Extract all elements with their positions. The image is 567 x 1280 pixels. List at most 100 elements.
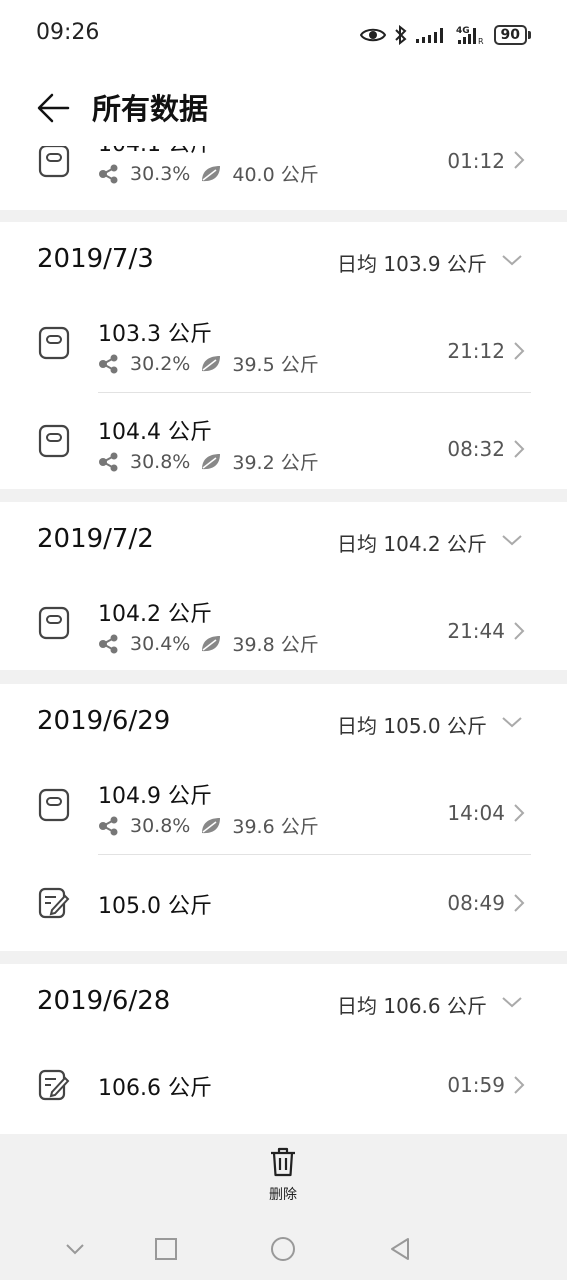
status-bar: 09:26 4G R 90 [0,0,567,70]
day-date: 2019/6/29 [37,706,171,736]
back-arrow-icon[interactable] [36,90,72,126]
weight-value: 105.0 公斤 [98,894,212,919]
signal-icon [415,28,443,43]
svg-text:4G: 4G [456,26,470,36]
eye-icon [359,28,386,42]
scale-icon [38,606,70,640]
day-header[interactable]: 2019/6/28 日均 106.6 公斤 [0,964,567,1040]
entry-time: 21:44 [447,619,505,643]
muscle-value: 39.5 公斤 [232,354,319,376]
entry-time: 08:32 [447,437,505,461]
body-fat-icon [99,452,118,471]
chevron-right-icon [514,894,525,912]
weight-value: 104.4 公斤 [98,420,212,445]
day-date: 2019/7/2 [37,524,154,554]
entry-time: 08:49 [447,891,505,915]
leaf-icon [202,817,221,833]
body-fat-value: 30.3% [130,162,191,185]
delete-button[interactable]: 删除 [253,1146,313,1212]
muscle-value: 39.6 公斤 [232,816,319,838]
day-average: 日均 105.0 公斤 [337,714,487,738]
chevron-down-icon[interactable] [501,714,523,730]
day-card: 2019/6/29 日均 105.0 公斤 104.9 公斤 30.8% 39.… [0,684,567,951]
body-fat-value: 30.8% [130,814,191,837]
delete-label: 删除 [269,1187,297,1203]
list-item[interactable]: 103.3 公斤 30.2% 39.5 公斤 21:12 [0,294,567,392]
body-fat-icon [99,634,118,653]
chevron-right-icon [514,1076,525,1094]
body-fat-value: 30.4% [130,632,191,655]
chevron-right-icon [514,342,525,360]
bluetooth-icon [394,25,407,45]
recents-icon[interactable] [151,1234,181,1264]
home-icon[interactable] [268,1234,298,1264]
list-item[interactable]: 105.0 公斤 08:49 [0,854,567,952]
scale-icon [38,326,70,360]
day-header[interactable]: 2019/7/3 日均 103.9 公斤 [0,222,567,298]
app-header: 所有数据 [0,70,567,146]
weight-value: 104.9 公斤 [98,784,212,809]
status-time: 09:26 [36,20,100,45]
chevron-down-icon[interactable] [60,1234,90,1264]
body-fat-value: 30.8% [130,450,191,473]
metrics-line: 30.8% 39.2 公斤 [98,448,319,475]
leaf-icon [202,355,221,371]
day-card: 2019/6/28 日均 106.6 公斤 106.6 公斤 01:59 [0,964,567,1134]
scale-icon [38,424,70,458]
body-fat-value: 30.2% [130,352,191,375]
4g-signal-icon: 4G R [456,26,484,46]
bottom-bar: 删除 [0,1134,567,1280]
page-title: 所有数据 [92,92,209,126]
day-header[interactable]: 2019/6/29 日均 105.0 公斤 [0,684,567,760]
list-item[interactable]: 104.2 公斤 30.4% 39.8 公斤 21:44 [0,574,567,672]
scale-icon [38,146,70,178]
muscle-value: 40.0 公斤 [232,164,319,186]
muscle-value: 39.8 公斤 [232,634,319,656]
data-list[interactable]: 104.1 公斤 30.3% 40.0 公斤 01:12 2019 [0,146,567,1134]
weight-value: 103.3 公斤 [98,322,212,347]
day-average: 日均 106.6 公斤 [337,994,487,1018]
weight-value: 104.2 公斤 [98,602,212,627]
status-icons: 4G R 90 [359,22,531,48]
chevron-down-icon[interactable] [501,252,523,268]
entry-time: 21:12 [447,339,505,363]
metrics-line: 30.2% 39.5 公斤 [98,350,319,377]
body-fat-icon [99,816,118,835]
body-fat-icon [99,354,118,373]
list-item[interactable]: 106.6 公斤 01:59 [0,1036,567,1134]
day-date: 2019/6/28 [37,986,171,1016]
day-date: 2019/7/3 [37,244,154,274]
manual-entry-icon [38,1069,70,1101]
body-fat-icon [99,164,118,183]
chevron-down-icon[interactable] [501,994,523,1010]
leaf-icon [202,165,221,181]
partial-card: 104.1 公斤 30.3% 40.0 公斤 01:12 [0,146,567,210]
day-average: 日均 104.2 公斤 [337,532,487,556]
leaf-icon [202,635,221,651]
battery-icon: 90 [493,25,531,45]
list-item[interactable]: 104.9 公斤 30.8% 39.6 公斤 14:04 [0,756,567,854]
metrics-line: 30.4% 39.8 公斤 [98,630,319,657]
list-item[interactable]: 104.4 公斤 30.8% 39.2 公斤 08:32 [0,392,567,490]
metrics-line: 30.3% 40.0 公斤 [98,160,319,187]
chevron-right-icon [514,622,525,640]
list-item[interactable]: 104.1 公斤 30.3% 40.0 公斤 01:12 [0,146,567,210]
battery-level: 90 [493,25,527,45]
chevron-right-icon [514,440,525,458]
trash-icon [271,1147,295,1177]
weight-value: 106.6 公斤 [98,1076,212,1101]
chevron-right-icon [514,804,525,822]
day-header[interactable]: 2019/7/2 日均 104.2 公斤 [0,502,567,578]
scale-icon [38,788,70,822]
metrics-line: 30.8% 39.6 公斤 [98,812,319,839]
entry-time: 14:04 [447,801,505,825]
day-average: 日均 103.9 公斤 [337,252,487,276]
entry-time: 01:12 [447,149,505,173]
back-icon[interactable] [385,1234,415,1264]
chevron-right-icon [514,151,525,169]
weight-value: 104.1 公斤 [98,146,212,158]
day-card: 2019/7/3 日均 103.9 公斤 103.3 公斤 30.2% 39.5… [0,222,567,489]
chevron-down-icon[interactable] [501,532,523,548]
day-card: 2019/7/2 日均 104.2 公斤 104.2 公斤 30.4% 39.8… [0,502,567,670]
svg-text:R: R [478,37,484,46]
